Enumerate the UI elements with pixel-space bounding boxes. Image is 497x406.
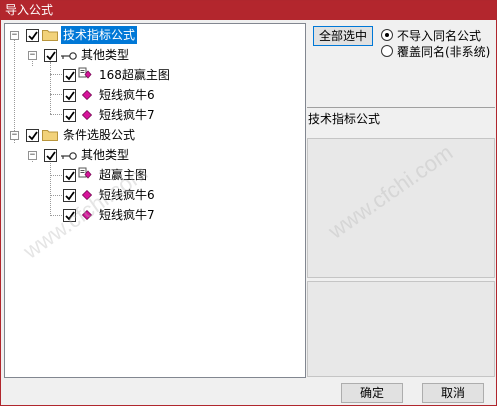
tree-item: 168超赢主图 [5,66,305,84]
tree-group-technical: − 技术指标公式 [5,26,305,44]
item-label[interactable]: 短线疯牛6 [99,186,155,204]
group-checkbox[interactable] [26,129,39,142]
subgroup-checkbox[interactable] [44,149,57,162]
group-label[interactable]: 条件选股公式 [63,126,135,144]
item-label[interactable]: 短线疯牛6 [99,86,155,104]
formula-diamond-icon [82,90,92,100]
group-checkbox[interactable] [26,29,39,42]
item-checkbox[interactable] [63,89,76,102]
folder-icon [42,130,58,141]
key-icon [61,152,77,160]
tree-subgroup-other: − 其他类型 [5,146,305,164]
item-label[interactable]: 短线疯牛7 [99,206,155,224]
item-checkbox[interactable] [63,69,76,82]
item-label[interactable]: 短线疯牛7 [99,106,155,124]
folder-icon [42,30,58,41]
dialog-title: 导入公式 [1,1,496,20]
item-label[interactable]: 168超赢主图 [99,66,170,84]
tree-group-stock-selection: − 条件选股公式 [5,126,305,144]
collapse-toggle-icon[interactable]: − [28,151,37,160]
formula-info-header: 技术指标公式 [307,107,495,135]
formula-diamond-icon [82,190,92,200]
tree-item: 短线疯牛6 [5,186,305,204]
tree-item: 短线疯牛6 [5,86,305,104]
cancel-button[interactable]: 取消 [422,383,484,403]
formula-diamond-icon [82,110,92,120]
collapse-toggle-icon[interactable]: − [28,51,37,60]
collapse-toggle-icon[interactable]: − [10,131,19,140]
main-chart-icon [78,167,92,179]
radio-overwrite-label[interactable]: 覆盖同名(非系统) [397,43,490,60]
watermark: www.cfchi.com [323,139,458,244]
item-checkbox[interactable] [63,209,76,222]
import-formula-dialog: 导入公式 − 技术指标公式 − 其他类型 168超赢主图 短线疯牛6 短线疯牛7… [0,0,497,406]
subgroup-label[interactable]: 其他类型 [81,46,129,64]
subgroup-label[interactable]: 其他类型 [81,146,129,164]
main-chart-icon [78,67,92,79]
key-icon [61,52,77,60]
collapse-toggle-icon[interactable]: − [10,31,19,40]
radio-skip-duplicates[interactable] [381,29,393,41]
select-all-button[interactable]: 全部选中 [313,26,373,46]
radio-overwrite[interactable] [381,45,393,57]
tree-item: 短线疯牛7 [5,106,305,124]
formula-section-label: 技术指标公式 [308,112,381,126]
tree-subgroup-other: − 其他类型 [5,46,305,64]
radio-skip-duplicates-label[interactable]: 不导入同名公式 [397,27,481,44]
subgroup-checkbox[interactable] [44,49,57,62]
formula-diamond-icon [82,210,92,220]
formula-tree[interactable]: − 技术指标公式 − 其他类型 168超赢主图 短线疯牛6 短线疯牛7 − 条件… [4,23,306,378]
tree-item: 短线疯牛7 [5,206,305,224]
item-checkbox[interactable] [63,189,76,202]
group-label[interactable]: 技术指标公式 [61,26,138,44]
item-checkbox[interactable] [63,169,76,182]
formula-preview-area: www.cfchi.com [307,138,495,278]
item-label[interactable]: 超赢主图 [99,166,147,184]
formula-description-area [307,281,495,377]
ok-button[interactable]: 确定 [341,383,403,403]
tree-item: 超赢主图 [5,166,305,184]
item-checkbox[interactable] [63,109,76,122]
